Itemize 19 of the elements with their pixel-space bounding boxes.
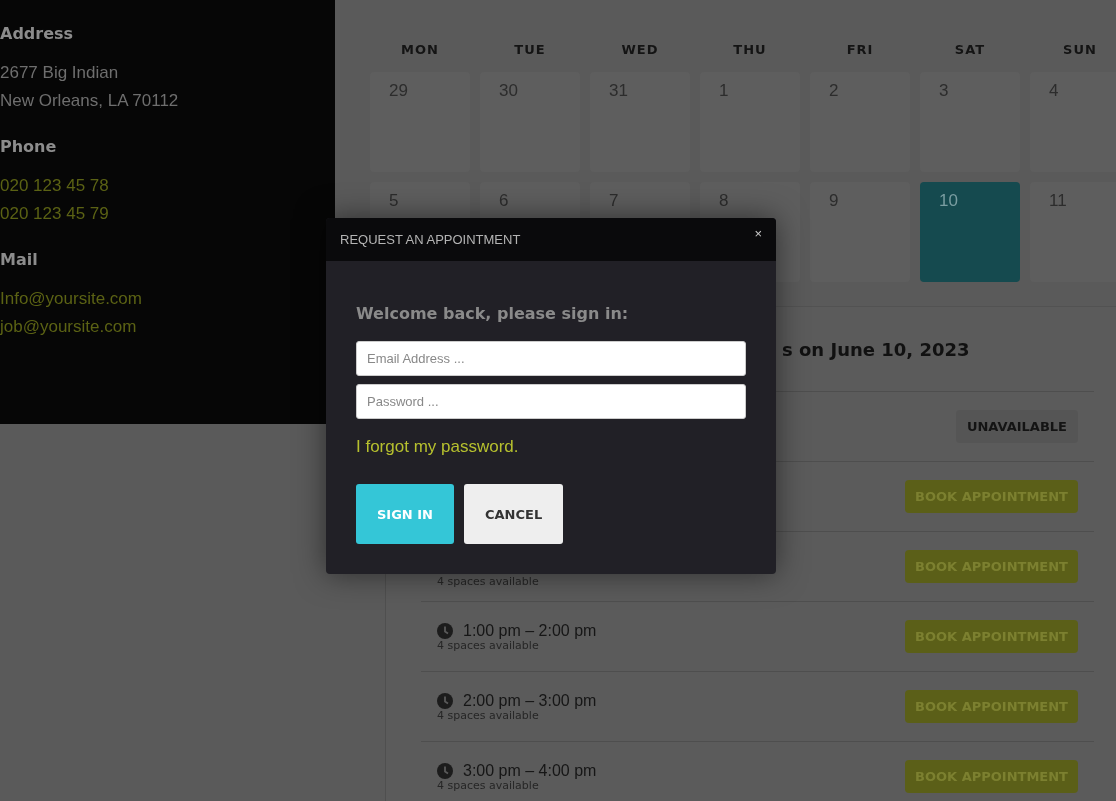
address-line: New Orleans, LA 70112 bbox=[0, 90, 180, 112]
weekday-label: FRI bbox=[845, 42, 875, 59]
dialog-title: REQUEST AN APPOINTMENT bbox=[340, 232, 521, 247]
weekday-label: THU bbox=[732, 42, 768, 59]
contact-heading: Address bbox=[0, 24, 75, 43]
weekday-label: SUN bbox=[1062, 42, 1098, 59]
slot-time: 1:00 pm – 2:00 pm bbox=[463, 621, 597, 640]
slot-time: 2:00 pm – 3:00 pm bbox=[463, 691, 597, 710]
slots-heading: s on June 10, 2023 bbox=[782, 339, 970, 360]
weekday-label: SAT bbox=[953, 42, 987, 59]
sign-in-prompt: Welcome back, please sign in: bbox=[356, 304, 630, 323]
contact-heading: Mail bbox=[0, 250, 39, 269]
weekday-label: TUE bbox=[513, 42, 547, 59]
contact-heading: Phone bbox=[0, 137, 58, 156]
unavailable-label: UNAVAILABLE bbox=[955, 410, 1078, 443]
slot-time: 3:00 pm – 4:00 pm bbox=[463, 761, 597, 780]
weekday-label: MON bbox=[400, 42, 440, 59]
address-line: 2677 Big Indian bbox=[0, 62, 120, 84]
weekday-label: WED bbox=[620, 42, 660, 59]
